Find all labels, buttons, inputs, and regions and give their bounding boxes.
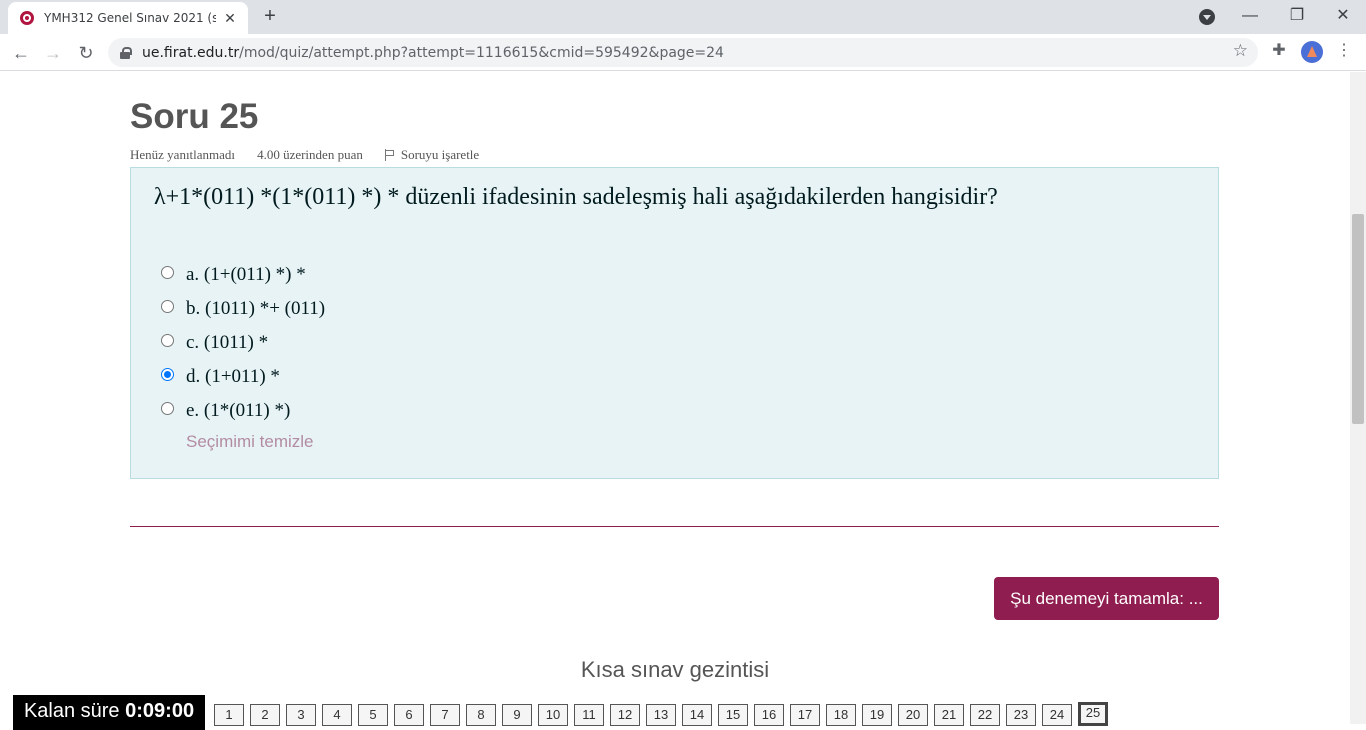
question-nav-button[interactable]: 7 xyxy=(430,704,460,726)
page-content: Soru 25 Henüz yanıtlanmadı 4.00 üzerinde… xyxy=(0,72,1350,730)
tab-search-icon[interactable] xyxy=(1199,9,1215,25)
close-window-icon[interactable]: ✕ xyxy=(1329,4,1357,28)
answer-option-a[interactable]: a. (1+(011) *) * xyxy=(161,258,325,292)
browser-tab[interactable]: YMH312 Genel Sınav 2021 (sayfa ✕ xyxy=(8,2,248,34)
browser-tab-bar: YMH312 Genel Sınav 2021 (sayfa ✕ + — ❐ ✕ xyxy=(0,0,1366,34)
question-nav-button[interactable]: 4 xyxy=(322,704,352,726)
question-nav-button[interactable]: 20 xyxy=(898,704,928,726)
question-nav-button[interactable]: 21 xyxy=(934,704,964,726)
lock-icon xyxy=(120,46,132,59)
question-box: λ+1*(011) *(1*(011) *) * düzenli ifadesi… xyxy=(130,167,1219,479)
question-navigation: 1 2 3 4 5 6 7 8 9 10 11 12 13 14 15 16 1… xyxy=(214,702,1108,726)
answer-option-d[interactable]: d. (1+011) * xyxy=(161,360,325,394)
minimize-icon[interactable]: — xyxy=(1236,4,1264,28)
question-nav-button[interactable]: 5 xyxy=(358,704,388,726)
browser-toolbar: ← → ↻ ue.firat.edu.tr/mod/quiz/attempt.p… xyxy=(0,34,1366,71)
question-nav-button[interactable]: 22 xyxy=(970,704,1000,726)
flag-icon xyxy=(384,149,395,161)
scrollbar-thumb[interactable] xyxy=(1352,214,1364,424)
forward-arrow-icon[interactable]: → xyxy=(40,40,66,66)
question-nav-button[interactable]: 8 xyxy=(466,704,496,726)
radio-button[interactable] xyxy=(161,265,174,279)
timer-label: Kalan süre xyxy=(23,700,120,722)
clear-choice-link[interactable]: Seçimimi temizle xyxy=(186,432,314,452)
radio-button[interactable] xyxy=(161,299,174,313)
question-nav-button[interactable]: 6 xyxy=(394,704,424,726)
url-text: ue.firat.edu.tr/mod/quiz/attempt.php?att… xyxy=(142,45,724,61)
radio-button[interactable] xyxy=(161,401,174,415)
url-path: /mod/quiz/attempt.php?attempt=1116615&cm… xyxy=(239,44,724,61)
question-nav-button[interactable]: 24 xyxy=(1042,704,1072,726)
question-nav-button[interactable]: 19 xyxy=(862,704,892,726)
question-nav-button[interactable]: 12 xyxy=(610,704,640,726)
finish-attempt-button[interactable]: Şu denemeyi tamamla: ... xyxy=(994,577,1219,620)
question-nav-button[interactable]: 14 xyxy=(682,704,712,726)
answer-label: a. (1+(011) *) * xyxy=(186,264,306,285)
browser-menu-icon[interactable]: ⋮ xyxy=(1336,40,1352,60)
question-nav-button[interactable]: 17 xyxy=(790,704,820,726)
radio-button-checked[interactable] xyxy=(161,367,174,381)
page-scrollbar[interactable] xyxy=(1350,72,1366,724)
radio-button[interactable] xyxy=(161,333,174,347)
site-favicon-icon xyxy=(20,11,34,25)
new-tab-icon[interactable]: + xyxy=(258,4,282,28)
close-tab-icon[interactable]: ✕ xyxy=(222,10,238,27)
answer-option-c[interactable]: c. (1011) * xyxy=(161,326,325,360)
question-nav-button[interactable]: 1 xyxy=(214,704,244,726)
answer-label: c. (1011) * xyxy=(186,332,269,353)
time-remaining: Kalan süre 0:09:00 xyxy=(13,695,205,730)
answer-label: d. (1+011) * xyxy=(186,366,280,387)
answer-option-b[interactable]: b. (1011) *+ (011) xyxy=(161,292,325,326)
back-arrow-icon[interactable]: ← xyxy=(8,40,34,66)
answer-label: e. (1*(011) *) xyxy=(186,400,291,421)
question-nav-button[interactable]: 10 xyxy=(538,704,568,726)
question-status: Henüz yanıtlanmadı xyxy=(130,147,236,162)
divider xyxy=(130,526,1219,527)
question-nav-button[interactable]: 16 xyxy=(754,704,784,726)
answer-option-e[interactable]: e. (1*(011) *) xyxy=(161,394,325,428)
flag-question-link[interactable]: Soruyu işaretle xyxy=(384,147,480,163)
question-nav-button[interactable]: 15 xyxy=(718,704,748,726)
tab-title: YMH312 Genel Sınav 2021 (sayfa xyxy=(44,11,216,25)
bookmark-star-icon[interactable]: ☆ xyxy=(1233,41,1248,61)
question-nav-button[interactable]: 18 xyxy=(826,704,856,726)
address-bar[interactable]: ue.firat.edu.tr/mod/quiz/attempt.php?att… xyxy=(108,38,1258,67)
question-nav-button[interactable]: 3 xyxy=(286,704,316,726)
restore-icon[interactable]: ❐ xyxy=(1283,4,1311,28)
question-points: 4.00 üzerinden puan xyxy=(257,147,363,162)
question-nav-button-current[interactable]: 25 xyxy=(1078,702,1108,726)
question-nav-button[interactable]: 13 xyxy=(646,704,676,726)
flag-label: Soruyu işaretle xyxy=(400,147,480,162)
answer-list: a. (1+(011) *) * b. (1011) *+ (011) c. (… xyxy=(161,258,325,428)
question-text: λ+1*(011) *(1*(011) *) * düzenli ifadesi… xyxy=(154,184,998,210)
extensions-puzzle-icon[interactable]: ✚ xyxy=(1270,40,1288,59)
quiz-navigation-title: Kısa sınav gezintisi xyxy=(580,657,770,682)
profile-avatar[interactable] xyxy=(1301,41,1323,63)
question-title: Soru 25 xyxy=(130,97,259,136)
question-info: Henüz yanıtlanmadı 4.00 üzerinden puan S… xyxy=(130,147,479,163)
question-nav-button[interactable]: 23 xyxy=(1006,704,1036,726)
question-nav-button[interactable]: 9 xyxy=(502,704,532,726)
timer-value: 0:09:00 xyxy=(125,700,195,722)
answer-label: b. (1011) *+ (011) xyxy=(186,298,326,319)
question-nav-button[interactable]: 2 xyxy=(250,704,280,726)
reload-icon[interactable]: ↻ xyxy=(73,40,99,66)
question-nav-button[interactable]: 11 xyxy=(574,704,604,726)
url-host: ue.firat.edu.tr xyxy=(142,44,240,61)
